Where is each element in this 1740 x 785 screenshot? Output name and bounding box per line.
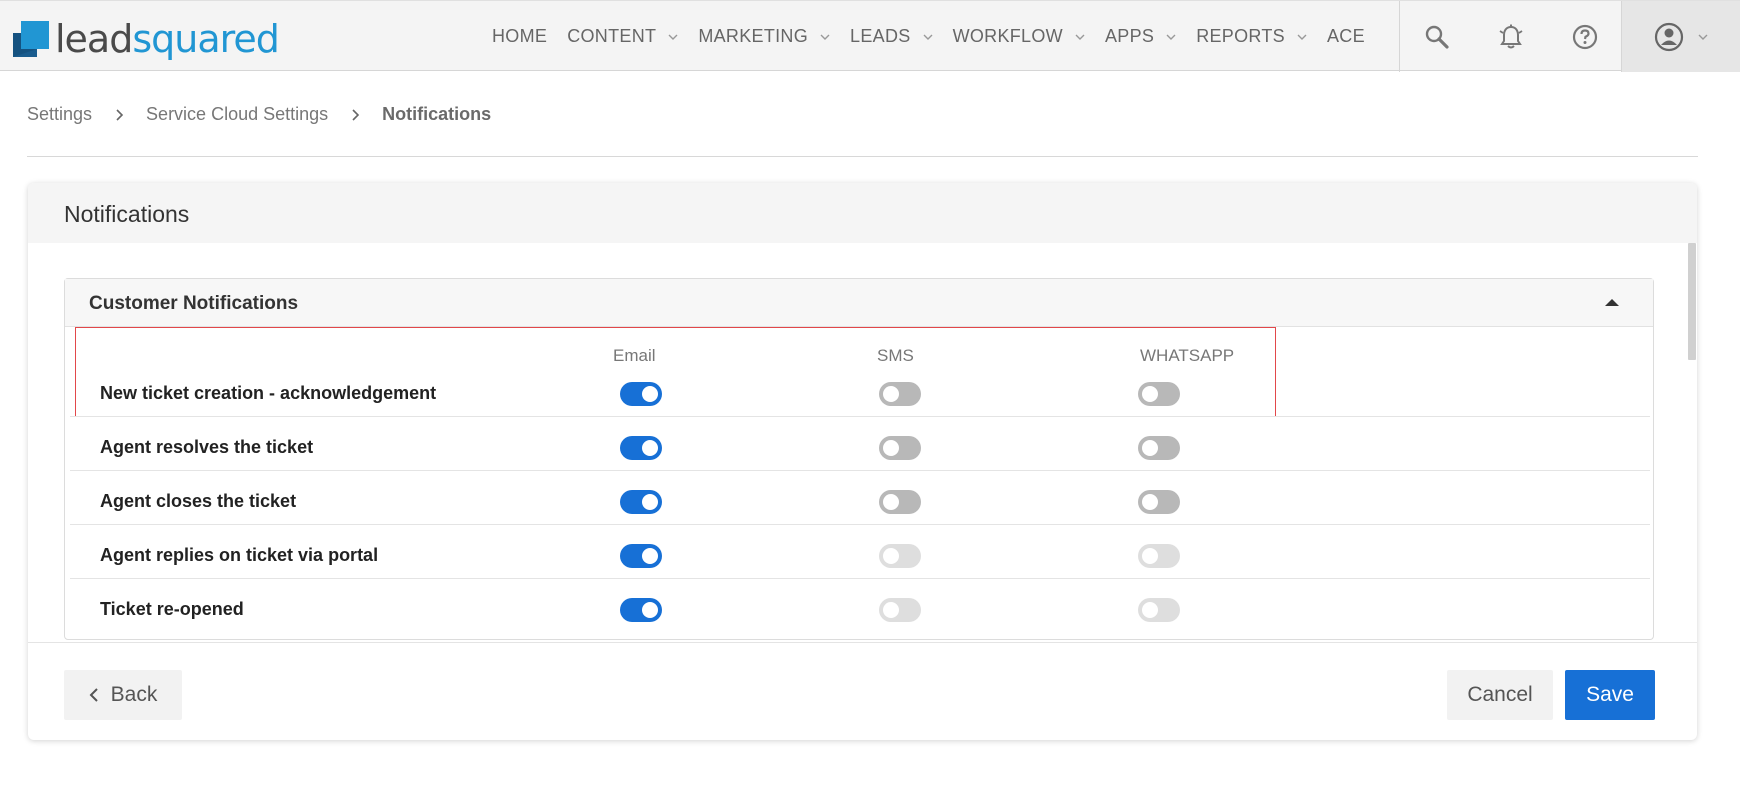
whatsapp-toggle [1138, 544, 1180, 568]
chevron-left-icon [89, 688, 98, 702]
cancel-button[interactable]: Cancel [1447, 670, 1553, 720]
row-label: Ticket re-opened [100, 599, 244, 619]
nav-item-label: MARKETING [698, 26, 809, 46]
whatsapp-toggle [1138, 598, 1180, 622]
whatsapp-toggle[interactable] [1138, 436, 1180, 460]
row-label: New ticket creation - acknowledgement [100, 383, 437, 403]
whatsapp-toggle[interactable] [1138, 490, 1180, 514]
bell-icon [1499, 24, 1523, 48]
nav-item-ace[interactable]: ACE [1327, 26, 1365, 47]
collapse-caret-up-icon[interactable] [1603, 295, 1621, 309]
chevron-right-icon [352, 108, 360, 121]
main-nav: HOME CONTENT MARKETING LEADS WORKFLOW AP… [492, 1, 1385, 72]
nav-item-apps[interactable]: APPS [1105, 26, 1176, 47]
whatsapp-toggle[interactable] [1138, 382, 1180, 406]
notifications-button[interactable] [1474, 1, 1548, 72]
row-divider [70, 470, 1650, 471]
sms-toggle [879, 598, 921, 622]
breadcrumb-current: Notifications [382, 104, 492, 124]
cancel-button-label: Cancel [1467, 683, 1533, 706]
email-toggle[interactable] [620, 598, 662, 622]
nav-item-workflow[interactable]: WORKFLOW [953, 26, 1085, 47]
back-button-label: Back [110, 683, 158, 706]
chevron-down-icon [1297, 34, 1307, 40]
leadsquared-logo[interactable]: leadsquared [13, 17, 280, 61]
chevron-down-icon [1075, 34, 1085, 40]
save-button[interactable]: Save [1565, 670, 1655, 720]
email-toggle[interactable] [620, 490, 662, 514]
nav-item-label: ACE [1327, 26, 1365, 46]
row-label: Agent closes the ticket [100, 491, 297, 511]
column-header-email: Email [613, 346, 656, 365]
search-icon [1425, 25, 1449, 49]
breadcrumb-item-service-cloud-settings[interactable]: Service Cloud Settings [146, 104, 328, 125]
chevron-down-icon [1166, 34, 1176, 40]
nav-item-label: HOME [492, 26, 548, 46]
logo-wordmark-part2: squared [132, 17, 280, 61]
logo-wordmark: leadsquared [55, 17, 280, 61]
leadsquared-logo-mark-icon [13, 21, 49, 57]
help-button[interactable] [1548, 1, 1622, 72]
nav-item-home[interactable]: HOME [492, 26, 547, 47]
nav-item-leads[interactable]: LEADS [850, 26, 933, 47]
nav-item-label: REPORTS [1196, 26, 1285, 46]
sms-toggle[interactable] [879, 436, 921, 460]
chevron-down-icon [1698, 34, 1708, 40]
logo-wordmark-part1: lead [55, 17, 133, 61]
panel-header[interactable]: Customer Notifications [65, 279, 1653, 327]
row-divider [70, 578, 1650, 579]
email-toggle[interactable] [620, 382, 662, 406]
sms-toggle [879, 544, 921, 568]
panel-title: Customer Notifications [89, 293, 299, 314]
chevron-down-icon [668, 34, 678, 40]
email-toggle[interactable] [620, 544, 662, 568]
chevron-right-icon [116, 108, 124, 121]
breadcrumb: Settings Service Cloud Settings Notifica… [27, 104, 491, 125]
back-button[interactable]: Back [64, 670, 182, 720]
sms-toggle[interactable] [879, 382, 921, 406]
row-label: Agent resolves the ticket [100, 437, 314, 457]
row-label: Agent replies on ticket via portal [100, 545, 379, 565]
search-button[interactable] [1400, 1, 1474, 72]
nav-item-label: CONTENT [567, 26, 657, 46]
nav-item-content[interactable]: CONTENT [567, 26, 678, 47]
nav-item-reports[interactable]: REPORTS [1196, 26, 1307, 47]
user-menu-button[interactable] [1622, 1, 1740, 72]
breadcrumb-divider [27, 156, 1698, 157]
chevron-down-icon [820, 34, 830, 40]
help-icon [1572, 24, 1598, 49]
notifications-card: Notifications Customer Notifications Ema… [28, 183, 1697, 740]
top-navigation-bar: leadsquared HOME CONTENT MARKETING LEADS… [0, 0, 1740, 72]
sms-toggle[interactable] [879, 490, 921, 514]
customer-notifications-panel: Customer Notifications Email SMS WHATSAP… [64, 278, 1654, 640]
save-button-label: Save [1586, 683, 1634, 706]
nav-item-label: LEADS [850, 26, 911, 46]
row-divider [70, 416, 1650, 417]
footer-divider [28, 642, 1697, 643]
nav-item-label: WORKFLOW [952, 26, 1063, 46]
row-divider [70, 524, 1650, 525]
column-header-sms: SMS [877, 346, 914, 365]
user-icon [1654, 22, 1684, 51]
card-header: Notifications [28, 183, 1697, 243]
scrollbar[interactable] [1688, 243, 1696, 360]
page-title: Notifications [64, 201, 190, 227]
email-toggle[interactable] [620, 436, 662, 460]
column-header-whatsapp: WHATSAPP [1140, 346, 1235, 365]
nav-item-marketing[interactable]: MARKETING [698, 26, 830, 47]
chevron-down-icon [923, 34, 933, 40]
breadcrumb-item-settings[interactable]: Settings [27, 104, 92, 125]
nav-item-label: APPS [1104, 26, 1155, 46]
